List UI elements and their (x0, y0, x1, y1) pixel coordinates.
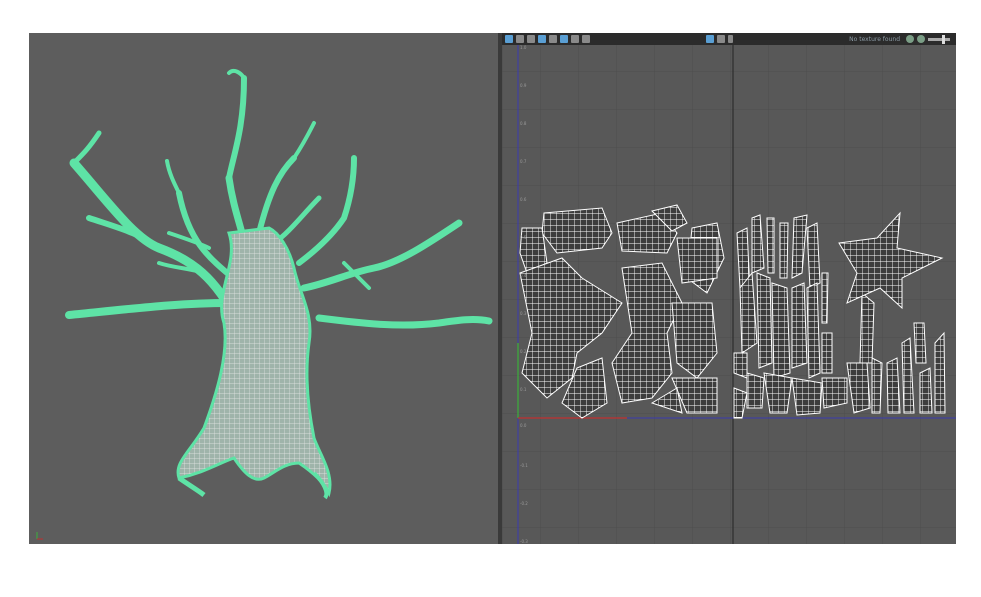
uv-canvas[interactable]: 1.0 0.9 0.8 0.7 0.6 0.5 0.4 0.3 0.2 0.1 0.0 -0.1 -0.… (502, 33, 956, 544)
uv-tick-label: 1.0 (520, 45, 527, 50)
uv-tick-label: 0.6 (520, 197, 527, 202)
tree-wireframe-model[interactable] (29, 33, 498, 544)
uv-editor-viewport[interactable]: No texture found 1.0 0.9 0.8 0.7 0.6 0.5… (502, 33, 956, 544)
uv-tick-label: 0.2 (520, 349, 527, 354)
uv-tick-label: 0.1 (520, 387, 527, 392)
axis-gizmo (35, 531, 45, 541)
uv-tick-label: 0.0 (520, 423, 527, 428)
uv-tick-label: 0.3 (520, 311, 527, 316)
uv-tick-label: -0.1 (520, 463, 528, 468)
uv-tick-label: -0.2 (520, 501, 528, 506)
uv-tick-label: 0.7 (520, 159, 527, 164)
uv-tick-label: 0.5 (520, 235, 527, 240)
3d-viewport[interactable] (29, 33, 498, 544)
uv-tick-label: 0.8 (520, 121, 527, 126)
uv-tick-label: 0.4 (520, 273, 527, 278)
uv-tick-label: 0.9 (520, 83, 527, 88)
uv-tick-label: -0.3 (520, 539, 528, 544)
